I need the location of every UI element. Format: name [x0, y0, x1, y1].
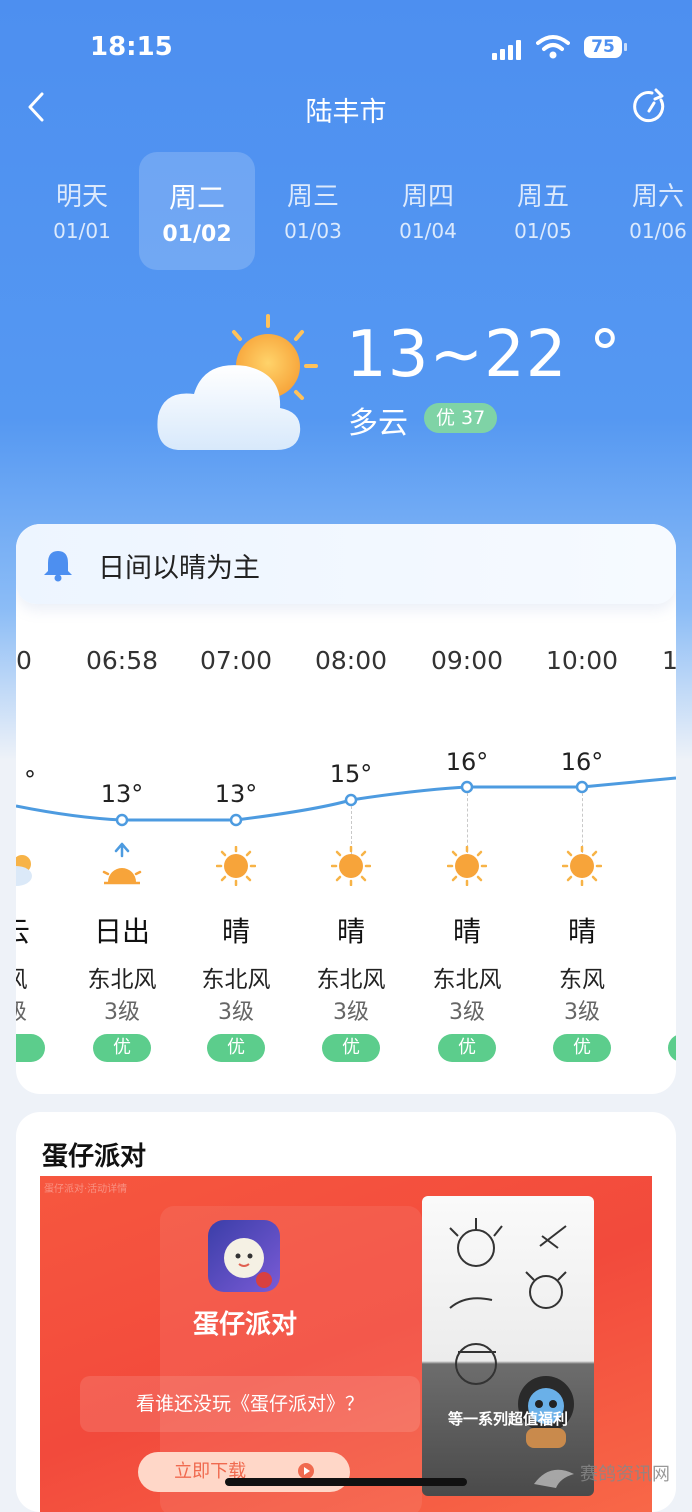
- play-icon: [297, 1463, 314, 1479]
- day-date: 01/04: [399, 219, 457, 243]
- sun-icon: [331, 846, 371, 886]
- tab-day-4[interactable]: 周五 01/05: [485, 152, 601, 270]
- app-icon: [208, 1220, 280, 1292]
- hour-weather: 日出: [93, 915, 150, 948]
- hour-weather: 晴: [452, 915, 481, 948]
- dash-line: [582, 793, 583, 853]
- sun-icon: [216, 846, 256, 886]
- top-nav: 陆丰市: [0, 84, 692, 130]
- summary-text: 日间以晴为主: [98, 553, 260, 584]
- sun-icon: [562, 846, 602, 886]
- hour-aqi-badge: [668, 1034, 676, 1062]
- ad-fine-print: 蛋仔派对·活动详情: [44, 1184, 128, 1195]
- hour-aqi-badge: 优: [322, 1034, 380, 1062]
- hour-wind: 东北风: [316, 967, 386, 993]
- hour-aqi-badge: 优: [438, 1034, 496, 1062]
- sunrise-icon: [102, 842, 142, 885]
- doodle-illustration: [449, 1218, 574, 1448]
- day-date: 01/05: [514, 219, 572, 243]
- day-name: 周二: [168, 181, 225, 214]
- day-date: 01/02: [162, 222, 232, 247]
- day-name: 周六: [631, 182, 684, 212]
- hour-column: 1: [616, 620, 676, 1094]
- hour-aqi-badge: 优: [207, 1034, 265, 1062]
- cloud-sun-icon: [16, 855, 32, 886]
- cloud-sun-icon: [157, 314, 318, 450]
- ad-photo-caption: 等一系列超值福利: [447, 1410, 568, 1428]
- hour-weather: 晴: [336, 915, 365, 948]
- tab-day-2[interactable]: 周三 01/03: [255, 152, 371, 270]
- hourly-forecast[interactable]: 00 ° 云 风 级 06:58 13° 日出 东北风 3级 优: [16, 620, 676, 1094]
- hour-wind-level: 3级: [333, 1000, 369, 1025]
- day-name: 周三: [286, 182, 339, 212]
- day-name: 周四: [401, 182, 454, 212]
- temperature-range: 13~22 °: [346, 318, 622, 392]
- hour-wind: 东北风: [201, 967, 271, 993]
- hour-aqi-badge: 优: [553, 1034, 611, 1062]
- ad-question: 看谁还没玩《蛋仔派对》？: [80, 1376, 420, 1432]
- hour-time: 1: [662, 646, 676, 675]
- weather-condition: 多云: [348, 406, 408, 441]
- hourly-card: 日间以晴为主 00 ° 云 风 级 06:58 13°: [16, 524, 676, 1094]
- hour-aqi-badge: 优: [93, 1034, 151, 1062]
- hour-time: 06:58: [85, 646, 159, 675]
- day-name: 明天: [55, 182, 108, 212]
- hour-weather: 晴: [221, 915, 250, 948]
- aqi-badge[interactable]: 优 37: [424, 403, 498, 433]
- hour-temp: 16°: [445, 748, 489, 776]
- cellular-signal-icon: [492, 38, 524, 60]
- ad-card: 蛋仔派对 蛋仔派对·活动详情 蛋仔派对 看谁还没玩《蛋仔派对》？ 立即下载 等一…: [16, 1112, 676, 1512]
- tab-day-3[interactable]: 周四 01/04: [370, 152, 486, 270]
- day-date: 01/01: [53, 219, 111, 243]
- tab-day-1[interactable]: 周二 01/02: [139, 152, 255, 270]
- download-button[interactable]: 立即下载: [138, 1452, 350, 1492]
- hour-time: 09:00: [430, 646, 504, 675]
- hour-wind-level: 3级: [104, 1000, 140, 1025]
- home-indicator[interactable]: [225, 1478, 467, 1486]
- tab-day-5[interactable]: 周六 01/06: [600, 152, 692, 270]
- hour-wind-level: 3级: [449, 1000, 485, 1025]
- hour-wind: 东北风: [432, 967, 502, 993]
- day-date: 01/03: [284, 219, 342, 243]
- hour-temp: 13°: [100, 780, 144, 808]
- wifi-icon: [536, 35, 570, 59]
- day-name: 周五: [516, 182, 569, 212]
- dash-line: [467, 793, 468, 853]
- hour-time: 07:00: [199, 646, 273, 675]
- page-title: 陆丰市: [305, 97, 387, 128]
- hour-wind-level: 3级: [218, 1000, 254, 1025]
- hour-aqi-badge: [16, 1034, 45, 1062]
- status-time: 18:15: [90, 32, 173, 62]
- hour-time: 08:00: [314, 646, 388, 675]
- day-tabs: 明天 01/01 周二 01/02 周三 01/03 周四 01/04 周五 0…: [24, 152, 692, 272]
- ad-card-title: 蛋仔派对: [42, 1142, 147, 1172]
- ad-app-name: 蛋仔派对: [192, 1310, 297, 1340]
- ad-photo: [422, 1196, 594, 1496]
- sun-icon: [447, 846, 487, 886]
- battery-icon: 75: [584, 36, 622, 58]
- weather-summary: 日间以晴为主: [16, 524, 676, 604]
- tab-day-0[interactable]: 明天 01/01: [24, 152, 140, 270]
- hour-temp: 13°: [214, 780, 258, 808]
- hour-wind: 东北风: [87, 967, 157, 993]
- hour-temp: 15°: [329, 760, 373, 788]
- refresh-icon[interactable]: [630, 88, 668, 126]
- status-bar: 18:15 75: [0, 28, 692, 68]
- watermark-text: 赛鸽资讯网: [580, 1464, 670, 1485]
- day-date: 01/06: [629, 219, 687, 243]
- battery-tip: [624, 43, 627, 51]
- eggy-mascot-icon: [224, 1238, 272, 1288]
- bell-icon: [44, 551, 72, 582]
